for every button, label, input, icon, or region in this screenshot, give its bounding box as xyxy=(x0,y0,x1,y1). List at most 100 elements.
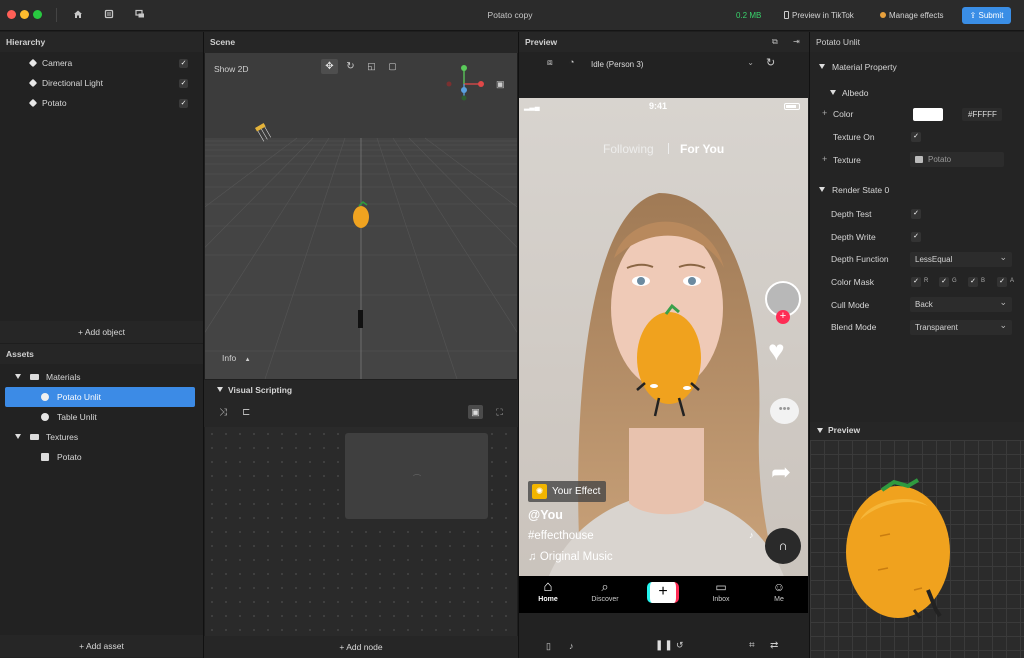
cull-mode-select[interactable]: Back xyxy=(910,295,1012,312)
assets-folder-materials[interactable]: Materials xyxy=(0,367,203,387)
comment-icon[interactable]: ••• xyxy=(770,398,799,424)
heart-icon[interactable]: ♥ xyxy=(768,336,785,366)
chevron-down-icon[interactable] xyxy=(15,374,21,379)
scene-header: Scene xyxy=(204,32,518,53)
graph-view-icon[interactable]: ▣ xyxy=(468,405,483,419)
phone-preview[interactable]: ▂▃▄ 9:41 Following For You + ♥ ••• ➦ ∩ ♪… xyxy=(519,98,808,613)
share-icon[interactable]: ➦ xyxy=(771,460,791,486)
visibility-checkbox[interactable]: ✓ xyxy=(179,79,188,88)
expand-icon[interactable]: ⛶ xyxy=(492,405,507,419)
rect-tool-icon[interactable]: ▢ xyxy=(385,59,400,74)
hierarchy-item-potato[interactable]: Potato ✓ xyxy=(0,93,203,113)
chevron-down-icon[interactable] xyxy=(830,90,836,95)
username[interactable]: @You xyxy=(528,508,563,522)
link-nodes-icon[interactable]: ⤨ xyxy=(219,407,227,418)
effects-icon xyxy=(880,12,886,18)
depth-function-select[interactable]: LessEqual xyxy=(910,250,1012,267)
swap-icon[interactable]: ⇄ xyxy=(770,640,778,651)
asset-item-potato-texture[interactable]: Potato xyxy=(0,447,203,467)
add-node-button[interactable]: + Add node xyxy=(204,636,518,658)
chevron-down-icon[interactable] xyxy=(819,187,825,192)
visual-scripting-title: Visual Scripting xyxy=(228,385,293,395)
external-icon[interactable]: ⧉ xyxy=(772,37,778,47)
crop-icon[interactable]: ⌗ xyxy=(749,640,755,651)
rotate-tool-icon[interactable]: ↻ xyxy=(343,59,358,74)
device-icon[interactable]: ▯ xyxy=(546,641,551,652)
music-disc-icon[interactable]: ∩ xyxy=(765,528,801,564)
chevron-down-icon[interactable] xyxy=(819,64,825,69)
nav-home[interactable]: ⌂ Home xyxy=(529,578,567,603)
tiktok-logo-icon[interactable]: ♪ xyxy=(569,641,574,651)
group-nodes-icon[interactable]: ⊏ xyxy=(242,407,250,418)
assets-folder-textures[interactable]: Textures xyxy=(0,427,203,447)
refresh-icon[interactable]: ↻ xyxy=(766,57,775,70)
layout-icon[interactable] xyxy=(103,9,115,21)
screenshot-icon[interactable]: ⧈ xyxy=(547,57,553,68)
hierarchy-panel: Hierarchy Camera ✓ Directional Light ✓ P… xyxy=(0,32,203,343)
depth-test-checkbox[interactable]: ✓ xyxy=(911,209,921,219)
asset-item-potato-unlit[interactable]: Potato Unlit xyxy=(5,387,195,407)
asset-item-table-unlit[interactable]: Table Unlit xyxy=(0,407,203,427)
scene-viewport[interactable]: Show 2D ✥ ↻ ◱ ▢ ▣ Info ▲ xyxy=(205,53,517,379)
effect-badge-label: Your Effect xyxy=(552,486,601,497)
nav-me[interactable]: ☺ Me xyxy=(760,578,798,603)
chevron-down-icon[interactable] xyxy=(217,387,223,392)
plus-icon[interactable]: + xyxy=(822,154,827,164)
visibility-checkbox[interactable]: ✓ xyxy=(179,99,188,108)
show-2d-toggle[interactable]: Show 2D xyxy=(214,64,249,74)
windows-icon[interactable] xyxy=(134,9,146,21)
move-tool-icon[interactable]: ✥ xyxy=(321,59,338,74)
add-object-button[interactable]: + Add object xyxy=(0,321,203,343)
preview-in-tiktok-button[interactable]: Preview in TikTok xyxy=(778,7,860,24)
texture-select[interactable]: Potato xyxy=(910,152,1004,167)
color-hex-input[interactable]: #FFFFF xyxy=(962,108,1002,121)
tab-following[interactable]: Following xyxy=(603,142,654,156)
plus-icon[interactable]: + xyxy=(822,108,827,118)
depth-write-checkbox[interactable]: ✓ xyxy=(911,232,921,242)
color-mask-g-checkbox[interactable]: ✓ xyxy=(939,277,949,287)
hashtag[interactable]: #effecthouse xyxy=(528,530,594,542)
hierarchy-item-camera[interactable]: Camera ✓ xyxy=(0,53,203,73)
color-swatch[interactable] xyxy=(913,108,943,121)
camera-icon[interactable]: ▣ xyxy=(496,79,505,90)
tab-for-you[interactable]: For You xyxy=(680,142,724,156)
preview-subject-select[interactable]: Idle (Person 3) ⌄ xyxy=(585,57,760,72)
create-button[interactable]: + xyxy=(647,582,679,603)
hierarchy-item-label: Directional Light xyxy=(42,78,103,88)
restart-icon[interactable]: ↺ xyxy=(676,640,684,651)
inbox-icon: ▭ xyxy=(715,580,727,594)
minimize-window-button[interactable] xyxy=(20,10,29,19)
chevron-down-icon[interactable] xyxy=(817,428,823,433)
exit-icon[interactable]: ⇥ xyxy=(793,37,800,46)
effect-badge[interactable]: ✺ Your Effect xyxy=(528,481,607,502)
nav-discover[interactable]: ⌕ Discover xyxy=(586,578,624,603)
texture-on-checkbox[interactable]: ✓ xyxy=(911,132,921,142)
node-placeholder[interactable]: ⌒ xyxy=(345,433,488,519)
visual-scripting-canvas[interactable]: ⌒ xyxy=(205,427,517,636)
blend-mode-select[interactable]: Transparent xyxy=(910,318,1012,335)
battery-icon xyxy=(784,103,800,110)
music-title[interactable]: ♫ Original Music xyxy=(528,551,613,563)
nav-inbox[interactable]: ▭ Inbox xyxy=(702,578,740,603)
render-state-header: Render State 0 xyxy=(832,185,890,195)
axis-gizmo-icon[interactable] xyxy=(446,62,490,104)
scale-tool-icon[interactable]: ◱ xyxy=(364,59,379,74)
pause-icon[interactable]: ❚❚ xyxy=(655,640,674,651)
color-mask-b-checkbox[interactable]: ✓ xyxy=(968,277,978,287)
close-window-button[interactable] xyxy=(7,10,16,19)
home-icon[interactable] xyxy=(72,9,84,21)
manage-effects-button[interactable]: Manage effects xyxy=(874,7,950,24)
hierarchy-item-directional-light[interactable]: Directional Light ✓ xyxy=(0,73,203,93)
color-mask-r-checkbox[interactable]: ✓ xyxy=(911,277,921,287)
visibility-checkbox[interactable]: ✓ xyxy=(179,59,188,68)
material-preview-title: Preview xyxy=(828,425,861,435)
animation-icon[interactable]: ◔ xyxy=(569,57,574,67)
add-asset-button[interactable]: + Add asset xyxy=(0,635,203,657)
chevron-down-icon[interactable] xyxy=(15,434,21,439)
color-mask-a-checkbox[interactable]: ✓ xyxy=(997,277,1007,287)
maximize-window-button[interactable] xyxy=(33,10,42,19)
follow-plus-icon[interactable]: + xyxy=(776,310,790,324)
submit-button[interactable]: ⇪ Submit xyxy=(962,7,1011,24)
info-toggle[interactable]: Info ▲ xyxy=(222,353,251,363)
material-preview-canvas[interactable] xyxy=(810,440,1024,658)
